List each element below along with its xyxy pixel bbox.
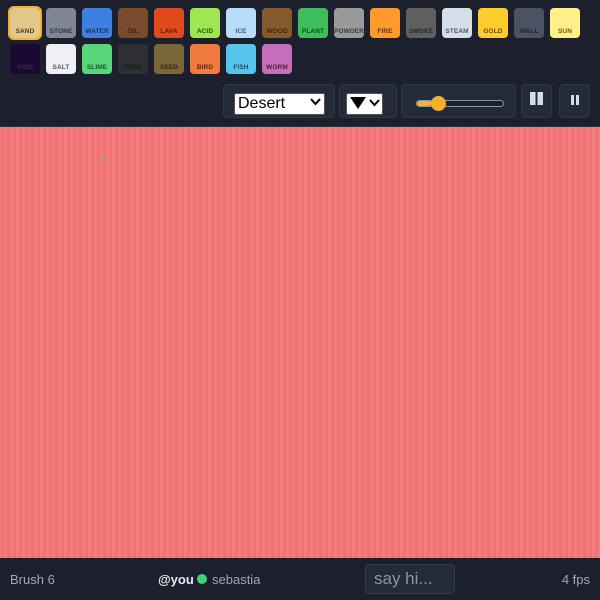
- swatch-label: SALT: [52, 64, 70, 71]
- element-palette: SAND STONE WATER OIL LAVA ACID ICE WOOD PLANT POW…: [0, 0, 600, 82]
- simulation-canvas[interactable]: [0, 126, 600, 558]
- online-status-dot: [197, 574, 207, 584]
- swatch-label: WORM: [266, 64, 288, 71]
- swatch-salt[interactable]: SALT: [46, 44, 76, 74]
- swatch-water[interactable]: WATER: [82, 8, 112, 38]
- swatch-label: SAND: [15, 28, 35, 35]
- swatch-label: VOID: [16, 64, 34, 71]
- brush-shape-select[interactable]: [346, 93, 383, 115]
- brush-shape-group: [339, 84, 397, 118]
- swatch-wall[interactable]: WALL: [514, 8, 544, 38]
- swatch-powder[interactable]: POWDER: [334, 8, 364, 38]
- brush-label: Brush 6: [10, 572, 55, 587]
- current-user-label: @you: [158, 572, 194, 587]
- swatch-sun[interactable]: SUN: [550, 8, 580, 38]
- swatch-worm[interactable]: WORM: [262, 44, 292, 74]
- controls-bar: Desert: [0, 82, 600, 126]
- columns-icon: [530, 92, 543, 110]
- swatch-label: SUN: [557, 28, 573, 35]
- slider-thumb[interactable]: [431, 96, 446, 111]
- brush-size-slider[interactable]: [416, 96, 504, 111]
- swatch-acid[interactable]: ACID: [190, 8, 220, 38]
- swatch-slime[interactable]: SLIME: [82, 44, 112, 74]
- swatch-label: LAVA: [160, 28, 178, 35]
- swatch-label: WATER: [85, 28, 109, 35]
- swatch-ice[interactable]: ICE: [226, 8, 256, 38]
- slider-fill: [417, 101, 432, 106]
- swatch-coal[interactable]: COAL: [118, 44, 148, 74]
- status-footer: Brush 6 @you sebastia 4 fps: [0, 558, 600, 600]
- chevron-down-icon: [369, 99, 380, 110]
- swatch-fish[interactable]: FISH: [226, 44, 256, 74]
- swatch-lava[interactable]: LAVA: [154, 8, 184, 38]
- pause-button[interactable]: [559, 84, 590, 118]
- swatch-label: FIRE: [377, 28, 393, 35]
- swatch-label: SMOKE: [408, 28, 434, 35]
- swatch-stone[interactable]: STONE: [46, 8, 76, 38]
- chevron-down-icon: [310, 98, 321, 109]
- swatch-label: OIL: [127, 28, 139, 35]
- swatch-seed[interactable]: SEED: [154, 44, 184, 74]
- swatch-sand[interactable]: SAND: [8, 6, 42, 40]
- swatch-bird[interactable]: BIRD: [190, 44, 220, 74]
- swatch-label: SEED: [159, 64, 179, 71]
- peer-user-name: sebastia: [212, 572, 261, 587]
- swatch-label: FISH: [233, 64, 249, 71]
- swatch-label: COAL: [123, 64, 143, 71]
- scene-select[interactable]: Desert: [234, 93, 325, 115]
- swatch-fire[interactable]: FIRE: [370, 8, 400, 38]
- swatch-gold[interactable]: GOLD: [478, 8, 508, 38]
- scene-select-value: Desert: [238, 95, 286, 112]
- brush-size-group: [401, 84, 516, 118]
- swatch-oil[interactable]: OIL: [118, 8, 148, 38]
- chat-input[interactable]: [365, 564, 455, 594]
- swatch-label: POWDER: [334, 28, 364, 35]
- fps-counter: 4 fps: [561, 572, 590, 587]
- swatch-smoke[interactable]: SMOKE: [406, 8, 436, 38]
- swatch-label: PLANT: [301, 28, 325, 35]
- swatch-label: STEAM: [445, 28, 469, 35]
- scene-select-group: Desert: [223, 84, 335, 118]
- pause-icon: [570, 92, 579, 110]
- swatch-void[interactable]: VOID: [10, 44, 40, 74]
- layout-toggle-button[interactable]: [521, 84, 552, 118]
- swatch-label: ICE: [235, 28, 247, 35]
- swatch-plant[interactable]: PLANT: [298, 8, 328, 38]
- down-triangle-icon: [349, 96, 367, 113]
- sand-particle: [100, 155, 103, 161]
- swatch-label: WALL: [519, 28, 539, 35]
- swatch-label: ACID: [196, 28, 214, 35]
- sandbox-app: SAND STONE WATER OIL LAVA ACID ICE WOOD PLANT POW…: [0, 0, 600, 600]
- swatch-label: WOOD: [266, 28, 288, 35]
- swatch-wood[interactable]: WOOD: [262, 8, 292, 38]
- swatch-label: BIRD: [196, 64, 214, 71]
- swatch-label: GOLD: [483, 28, 503, 35]
- swatch-steam[interactable]: STEAM: [442, 8, 472, 38]
- swatch-label: STONE: [49, 28, 73, 35]
- swatch-label: SLIME: [86, 64, 108, 71]
